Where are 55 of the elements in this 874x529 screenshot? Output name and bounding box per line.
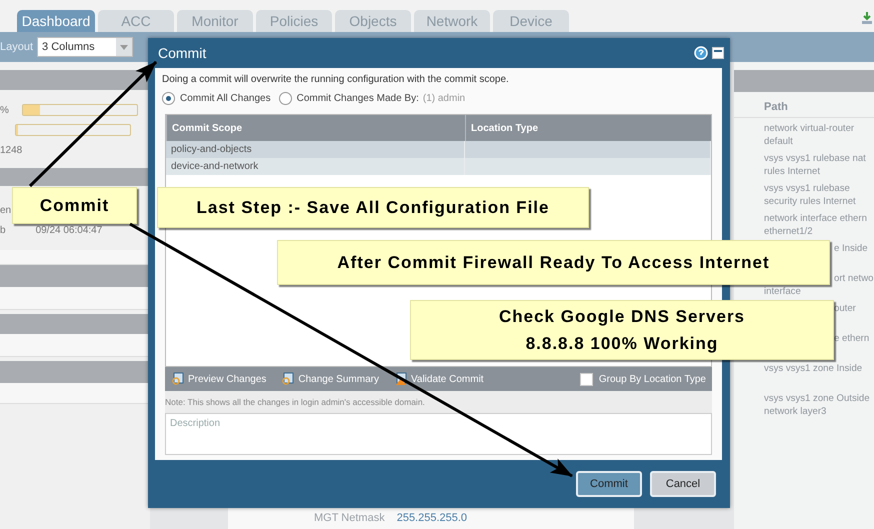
time-cell: 09/24 06:04:47 bbox=[36, 224, 102, 236]
path-text: interface bbox=[764, 285, 802, 298]
path-text: vsys vsys1 rulebase bbox=[764, 182, 851, 195]
field-label: MGT Netmask bbox=[314, 512, 385, 524]
nav-tab[interactable]: Monitor bbox=[177, 10, 253, 32]
primary-button[interactable]: Commit bbox=[576, 471, 642, 497]
description-field[interactable]: Description bbox=[165, 413, 712, 455]
column-header: Path bbox=[734, 92, 874, 118]
path-text: rules Internet bbox=[764, 165, 821, 178]
scope-radio[interactable]: Commit Changes Made By: bbox=[278, 92, 419, 104]
nav-tab[interactable]: Objects bbox=[335, 10, 411, 32]
download-icon[interactable] bbox=[862, 12, 872, 24]
note-text: Note: This shows all the changes in login admin's accessible domain. bbox=[165, 391, 712, 413]
toolbar-action[interactable]: Validate Commit bbox=[394, 372, 484, 386]
callout-note: Check Google DNS Servers 8.8.8.8 100% Working bbox=[410, 300, 834, 360]
scope-radio[interactable]: Commit All Changes bbox=[162, 92, 271, 104]
help-icon[interactable] bbox=[694, 46, 708, 60]
path-text: vsys vsys1 rulebase nat bbox=[764, 152, 867, 165]
group-checkbox[interactable]: Group By Location Type bbox=[580, 372, 706, 386]
nav-tab[interactable]: Policies bbox=[256, 10, 332, 32]
path-text: network virtual-router bbox=[764, 122, 856, 135]
path-text: network layer3 bbox=[764, 405, 828, 418]
callout-note: Commit bbox=[12, 187, 137, 224]
dialog-title: Commit bbox=[158, 45, 206, 61]
minimize-icon[interactable] bbox=[712, 47, 724, 59]
caret-icon bbox=[120, 44, 128, 50]
secondary-button[interactable]: Cancel bbox=[650, 471, 716, 497]
path-text: ort netwo bbox=[833, 272, 874, 285]
nav-tab[interactable]: Dashboard bbox=[17, 10, 95, 32]
callout-note: Last Step :- Save All Configuration File bbox=[157, 187, 589, 228]
layout-dropdown[interactable]: 3 Columns bbox=[37, 37, 134, 57]
path-text: default bbox=[764, 135, 794, 148]
nav-tab[interactable]: Device bbox=[493, 10, 569, 32]
nav-tab[interactable]: Network bbox=[414, 10, 490, 32]
dialog-message: Doing a commit will overwrite the running configuration with the commit scope. bbox=[162, 74, 510, 87]
path-text: vsys vsys1 zone Outside bbox=[764, 392, 871, 405]
count-text: 1248 bbox=[0, 144, 22, 156]
admin-text: (1) admin bbox=[422, 92, 466, 104]
layout-label: Layout bbox=[0, 41, 34, 53]
toolbar-action[interactable]: Change Summary bbox=[281, 372, 379, 386]
path-text: network interface ethern bbox=[764, 212, 868, 225]
magnifier-icon bbox=[171, 372, 185, 386]
nav-tab[interactable]: ACC bbox=[98, 10, 174, 32]
path-text: vsys vsys1 zone Inside bbox=[764, 362, 864, 375]
path-text: e Inside bbox=[833, 242, 869, 255]
meter-label: % bbox=[0, 104, 9, 116]
field-value: 255.255.255.0 bbox=[396, 512, 468, 524]
callout-note: After Commit Firewall Ready To Access Internet bbox=[277, 240, 830, 285]
toolbar-action[interactable]: Preview Changes bbox=[171, 372, 266, 386]
table-cell: device-and-network bbox=[166, 158, 465, 175]
path-text: ethernet1/2 bbox=[764, 225, 814, 238]
column-header: en bbox=[0, 204, 12, 216]
path-text: security rules Internet bbox=[764, 195, 857, 208]
document-icon bbox=[281, 372, 296, 386]
table-cell: b bbox=[0, 224, 6, 236]
